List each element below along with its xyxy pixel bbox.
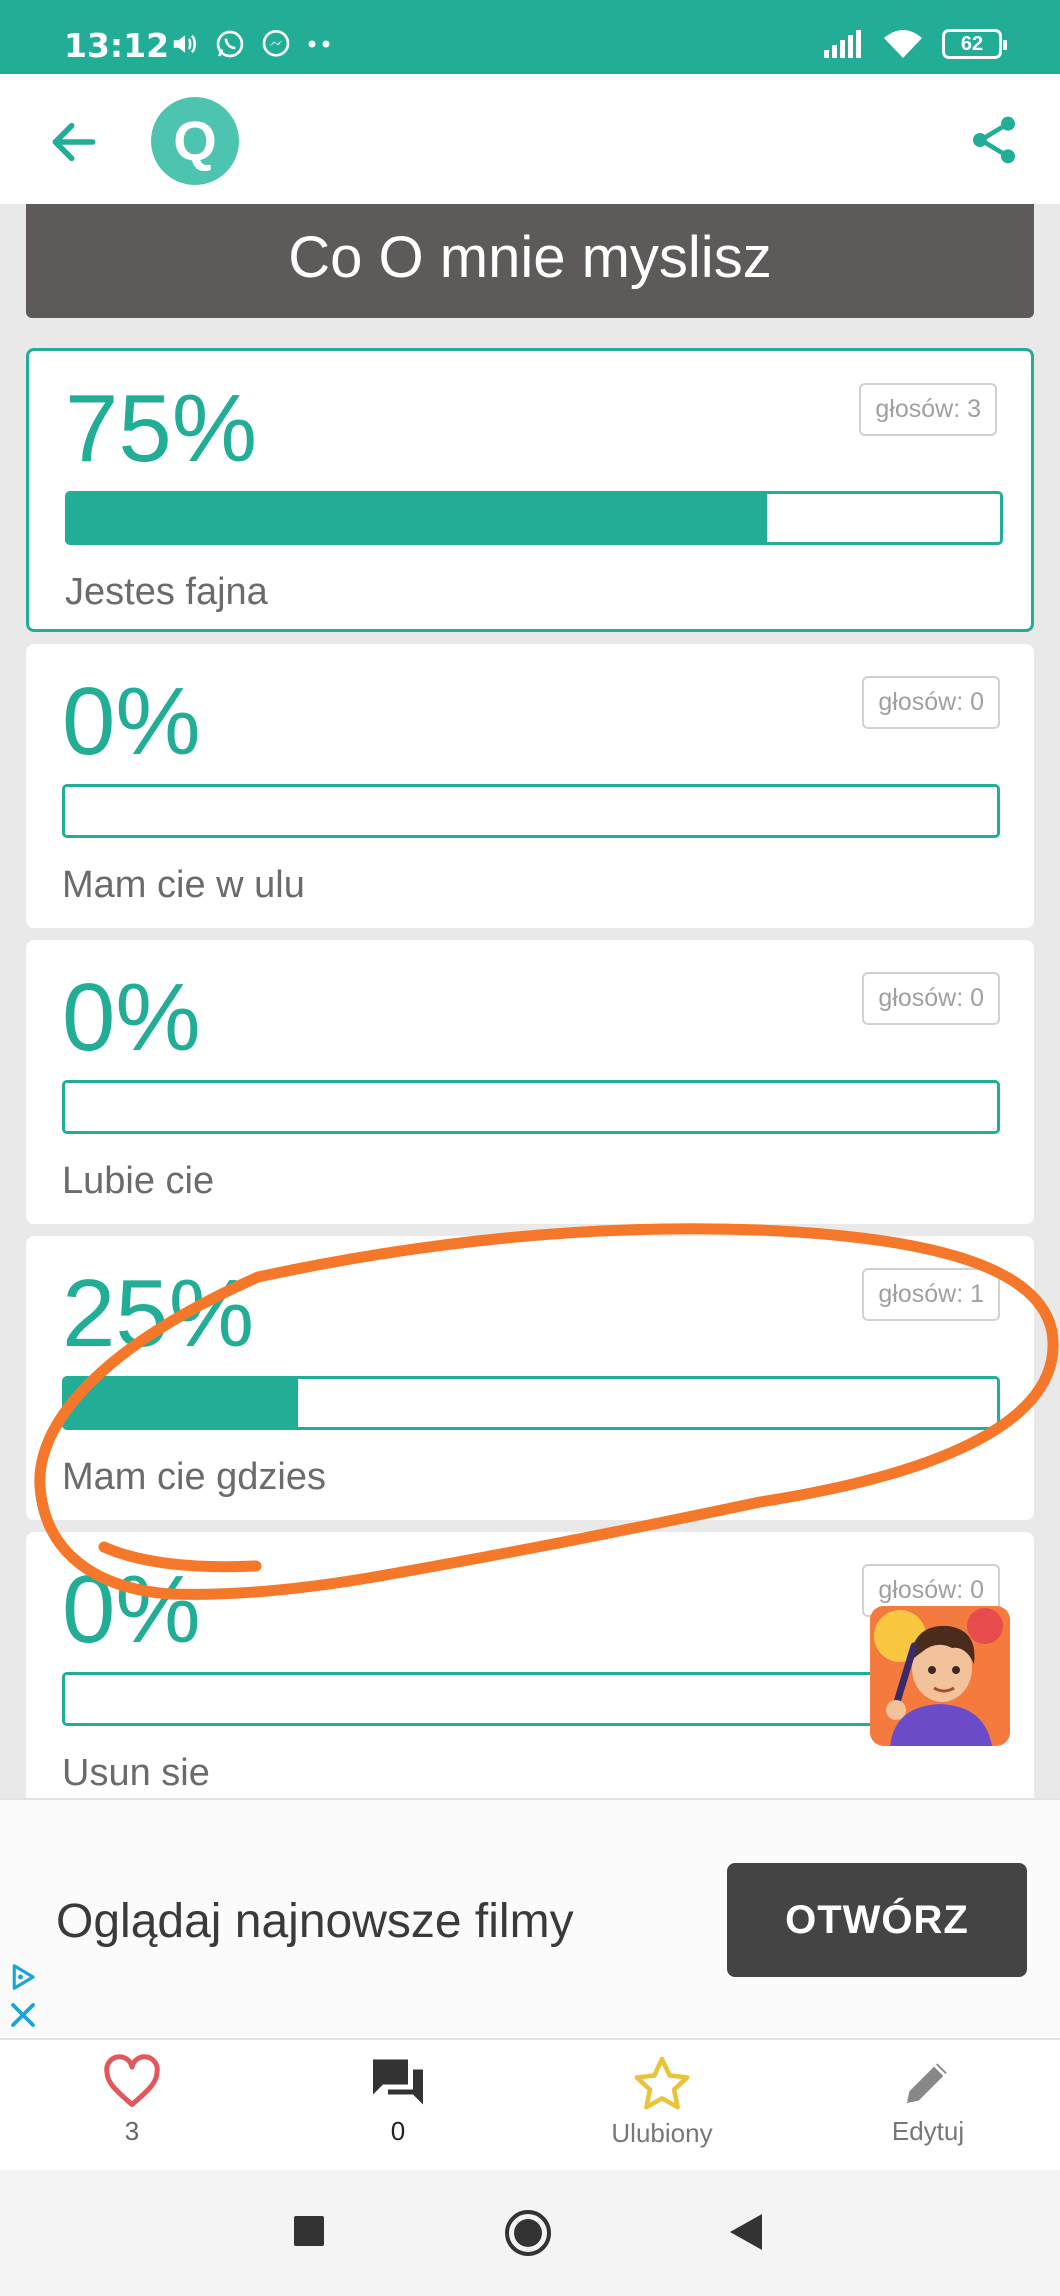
option-percent: 0% (62, 1556, 201, 1663)
vote-count-badge: głosów: 3 (859, 383, 997, 436)
wifi-icon (884, 30, 922, 58)
edit-label: Edytuj (891, 2116, 965, 2146)
option-label: Jestes fajna (65, 571, 268, 613)
comment-count: 0 (390, 2116, 406, 2146)
progress-bar (62, 1672, 1000, 1726)
signal-icon (824, 30, 861, 58)
adchoices-icon[interactable] (8, 1962, 38, 1992)
heart-icon (104, 2054, 160, 2107)
game-character-image (870, 1606, 1010, 1746)
option-label: Lubie cie (62, 1160, 215, 1202)
edit-button[interactable]: Edytuj (828, 2054, 1028, 2147)
arrow-left-icon (52, 122, 96, 162)
option-percent: 25% (62, 1260, 255, 1367)
status-time: 13:12 (64, 26, 170, 65)
quiz-results[interactable]: Co O mnie myslisz 75% głosów: 3 Jestes f… (0, 204, 1060, 1798)
progress-bar-fill (65, 1379, 298, 1427)
ad-banner[interactable]: Oglądaj najnowsze filmy OTWÓRZ (0, 1798, 1060, 2038)
share-icon (973, 116, 1015, 164)
favorite-button[interactable]: Ulubiony (562, 2054, 762, 2149)
comments-icon (373, 2059, 423, 2105)
back-button[interactable] (46, 114, 102, 170)
battery-icon: 62 (942, 29, 1007, 59)
progress-bar (62, 784, 1000, 838)
app-bar: Q (0, 74, 1060, 204)
comments-button[interactable]: 0 (298, 2054, 498, 2147)
like-button[interactable]: 3 (32, 2054, 232, 2147)
option-percent: 0% (62, 668, 201, 775)
quiz-title: Co O mnie myslisz (26, 204, 1034, 318)
ad-game-thumbnail[interactable] (870, 1606, 1010, 1746)
pencil-icon (907, 2063, 947, 2103)
back-nav-button[interactable] (728, 2212, 764, 2252)
messenger-icon (262, 29, 290, 57)
status-bar: 13:12 62 (0, 0, 1060, 74)
progress-bar (65, 491, 1003, 545)
option-percent: 75% (65, 375, 258, 482)
favorite-label: Ulubiony (611, 2118, 713, 2148)
home-button[interactable] (503, 2208, 553, 2258)
option-label: Usun sie (62, 1752, 210, 1794)
volume-icon (173, 34, 196, 54)
progress-bar (62, 1376, 1000, 1430)
whatsapp-icon (216, 30, 244, 58)
bottom-action-bar: 3 0 Ulubiony Edytuj (0, 2038, 1060, 2170)
option-label: Mam cie gdzies (62, 1456, 326, 1498)
vote-count-badge: głosów: 1 (862, 1268, 1000, 1321)
like-count: 3 (124, 2116, 140, 2146)
vote-count-badge: głosów: 0 (862, 972, 1000, 1025)
option-card[interactable]: 0% głosów: 0 Lubie cie (26, 940, 1034, 1224)
system-navigation-bar (0, 2170, 1060, 2296)
close-icon[interactable] (8, 2000, 38, 2030)
vote-count-badge: głosów: 0 (862, 676, 1000, 729)
share-button[interactable] (966, 112, 1022, 168)
ad-open-button[interactable]: OTWÓRZ (727, 1863, 1027, 1977)
app-logo: Q (151, 97, 239, 185)
option-card[interactable]: 0% głosów: 0 Mam cie w ulu (26, 644, 1034, 928)
status-notification-icons (170, 28, 332, 60)
status-system-icons: 62 (824, 28, 1007, 60)
recent-apps-button[interactable] (292, 2214, 326, 2248)
progress-bar (62, 1080, 1000, 1134)
more-dots-icon (308, 40, 330, 48)
option-percent: 0% (62, 964, 201, 1071)
option-card[interactable]: 75% głosów: 3 Jestes fajna (26, 348, 1034, 632)
progress-bar-fill (68, 494, 767, 542)
star-icon (634, 2056, 690, 2110)
option-label: Mam cie w ulu (62, 864, 305, 906)
option-card[interactable]: 25% głosów: 1 Mam cie gdzies (26, 1236, 1034, 1520)
ad-headline: Oglądaj najnowsze filmy (56, 1895, 574, 1948)
